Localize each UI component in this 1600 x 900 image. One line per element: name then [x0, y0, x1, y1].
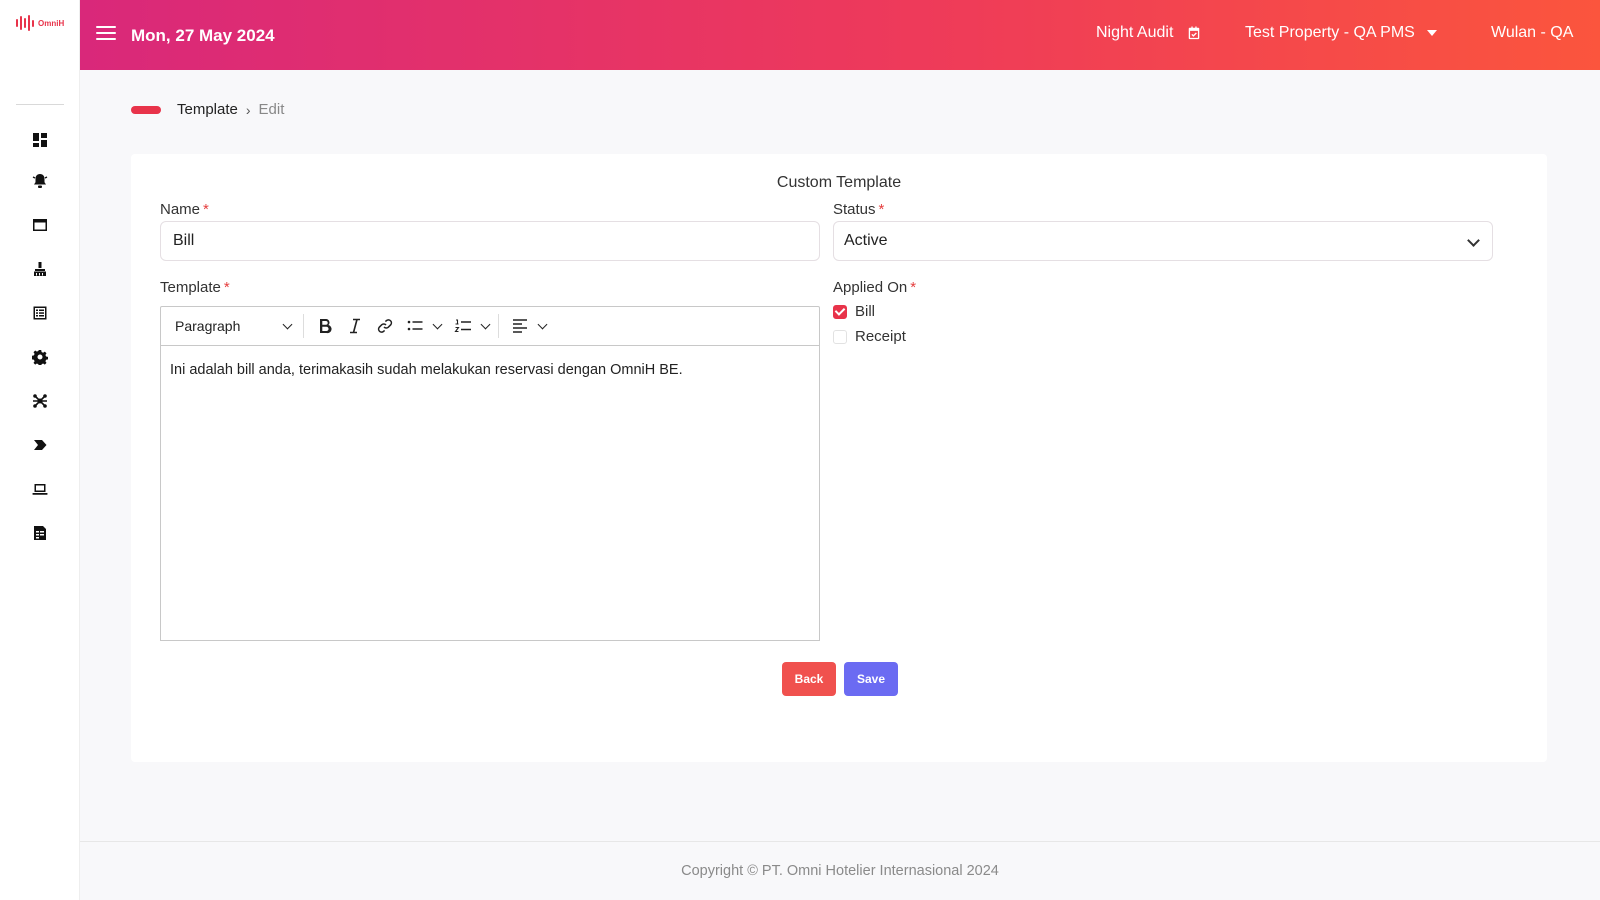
housekeeping-icon[interactable]: [31, 260, 49, 278]
name-label: Name *: [160, 201, 209, 218]
heading-select[interactable]: Paragraph: [169, 318, 297, 334]
sidebar-divider: [16, 104, 64, 105]
property-name: Test Property - QA PMS: [1245, 24, 1415, 41]
breadcrumb-accent-pill: [131, 106, 161, 114]
property-selector[interactable]: Test Property - QA PMS: [1245, 24, 1437, 42]
italic-icon[interactable]: [340, 311, 370, 341]
toolbar-divider: [498, 314, 499, 338]
chevron-down-icon: [432, 319, 442, 329]
applied-on-bill-label: Bill: [855, 303, 876, 320]
chevron-down-icon: [1467, 234, 1480, 247]
checkbox-unchecked-icon[interactable]: [833, 329, 847, 344]
align-icon[interactable]: [505, 311, 535, 341]
bulleted-list-dropdown[interactable]: [430, 311, 444, 341]
logo-mark-icon: [16, 15, 34, 31]
bulleted-list-icon[interactable]: [400, 311, 430, 341]
laptop-icon[interactable]: [31, 480, 49, 498]
bold-icon[interactable]: [310, 311, 340, 341]
report-document-icon[interactable]: [31, 524, 49, 542]
save-button[interactable]: Save: [844, 662, 898, 696]
sidebar: OmniH: [0, 0, 80, 900]
numbered-list-icon[interactable]: [448, 311, 478, 341]
breadcrumb-current: Edit: [258, 101, 285, 118]
chevron-down-icon: [282, 319, 293, 329]
numbered-list-dropdown[interactable]: [478, 311, 492, 341]
integration-icon[interactable]: [31, 392, 49, 410]
status-value: Active: [844, 232, 888, 249]
user-menu[interactable]: Wulan - QA: [1491, 24, 1573, 42]
chevron-down-icon: [537, 319, 547, 329]
back-button[interactable]: Back: [782, 662, 836, 696]
status-label: Status *: [833, 201, 885, 218]
toolbar-divider: [303, 314, 304, 338]
night-audit-button[interactable]: Night Audit: [1096, 24, 1201, 42]
menu-hamburger-icon[interactable]: [96, 26, 116, 42]
header-date: Mon, 27 May 2024: [131, 26, 275, 45]
name-input[interactable]: Bill: [160, 221, 820, 261]
footer-divider: [80, 841, 1600, 842]
logo-text: OmniH: [38, 18, 65, 28]
list-icon[interactable]: [31, 304, 49, 322]
applied-on-label: Applied On *: [833, 279, 917, 296]
breadcrumb: Template › Edit: [177, 101, 284, 118]
align-dropdown[interactable]: [535, 311, 549, 341]
window-icon[interactable]: [31, 216, 49, 234]
link-icon[interactable]: [370, 311, 400, 341]
breadcrumb-template-link[interactable]: Template: [177, 101, 238, 118]
breadcrumb-separator-icon: ›: [245, 101, 251, 118]
settings-gear-icon[interactable]: [31, 348, 49, 366]
status-select[interactable]: Active: [833, 221, 1493, 261]
editor-toolbar: Paragraph: [160, 306, 820, 346]
template-editor-content[interactable]: Ini adalah bill anda, terimakasih sudah …: [160, 346, 820, 641]
chevron-down-icon: [480, 319, 490, 329]
alert-bell-icon[interactable]: [31, 172, 49, 190]
applied-on-bill-checkbox[interactable]: Bill: [833, 303, 875, 320]
top-header: Mon, 27 May 2024 Night Audit Test Proper…: [80, 0, 1600, 70]
template-label: Template *: [160, 279, 230, 296]
logo[interactable]: OmniH: [16, 15, 64, 31]
calendar-check-icon: [1189, 26, 1200, 40]
applied-on-receipt-label: Receipt: [855, 328, 906, 345]
footer-copyright: Copyright © PT. Omni Hotelier Internasio…: [681, 863, 999, 879]
checkbox-checked-icon[interactable]: [833, 304, 847, 319]
night-audit-label: Night Audit: [1096, 24, 1174, 41]
arrow-tag-icon[interactable]: [31, 436, 49, 454]
applied-on-receipt-checkbox[interactable]: Receipt: [833, 328, 906, 345]
form-title: Custom Template: [776, 174, 902, 191]
template-form-card: Custom Template Name * Bill Status * Activ…: [131, 154, 1547, 762]
heading-select-value: Paragraph: [175, 318, 241, 334]
caret-down-icon: [1426, 30, 1437, 36]
dashboard-icon[interactable]: [31, 131, 49, 149]
